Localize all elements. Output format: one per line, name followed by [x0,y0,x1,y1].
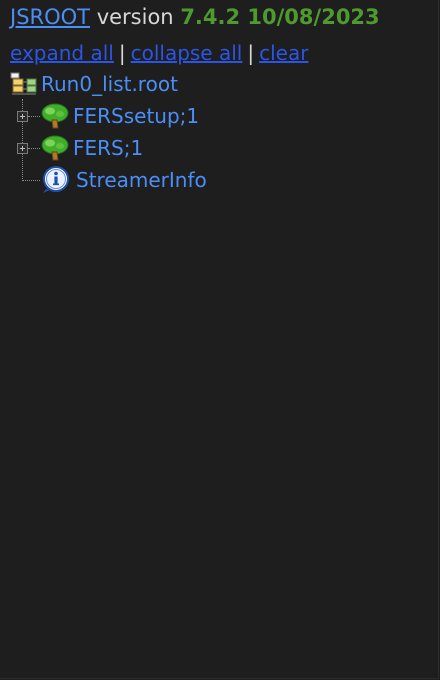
version-value: 7.4.2 10/08/2023 [180,5,380,29]
expand-toggle[interactable] [17,111,28,122]
tree-controls: expand all | collapse all | clear [10,40,308,66]
ttree-icon [40,102,70,130]
tree-guide-line [22,180,40,181]
root-file-icon [10,70,38,98]
clear-link[interactable]: clear [259,41,308,65]
tree-node-root[interactable]: Run0_list.root [10,70,178,98]
version-word: version [96,5,174,29]
tree-node-fers[interactable]: FERS;1 [40,134,143,162]
separator: | [118,41,126,65]
expand-toggle[interactable] [17,143,28,154]
ttree-icon [40,134,70,162]
expand-all-link[interactable]: expand all [10,41,114,65]
jsroot-link[interactable]: JSROOT [10,5,90,29]
collapse-all-link[interactable]: collapse all [131,41,243,65]
tree-node-streamer-info[interactable]: StreamerInfo [40,166,207,194]
info-icon [40,165,72,195]
tree-node-label[interactable]: FERSsetup;1 [73,103,199,129]
tree-guide-line [28,148,40,149]
tree-node-label[interactable]: FERS;1 [73,135,143,161]
separator: | [247,41,255,65]
jsroot-header: JSROOT version 7.4.2 10/08/2023 [10,4,380,30]
tree-guide-line [28,116,40,117]
tree-node-label[interactable]: StreamerInfo [76,167,207,193]
tree-node-fers-setup[interactable]: FERSsetup;1 [40,102,199,130]
tree-node-label[interactable]: Run0_list.root [41,71,178,97]
